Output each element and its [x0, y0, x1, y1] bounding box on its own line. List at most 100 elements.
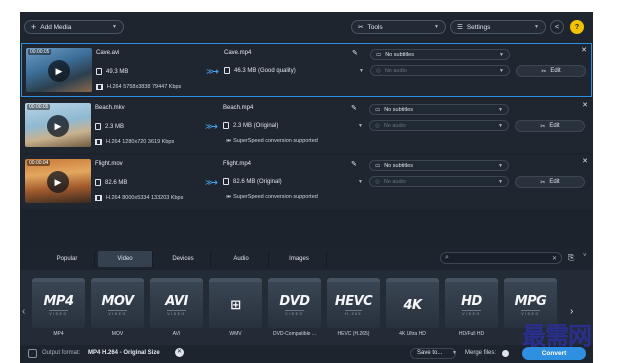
chevron-down-icon: ▼ — [498, 106, 503, 113]
output-size-dropdown[interactable]: 2.3 MB (Original) ▼ — [223, 120, 363, 131]
output-settings-icon[interactable] — [28, 349, 37, 358]
output-format-value[interactable]: MP4 H.264 - Original Size — [88, 350, 160, 356]
format-list: MP4 VIDEO MP4 MOV VIDEO MOV AVI VIDEO AV… — [32, 278, 572, 343]
video-thumbnail[interactable]: 00:00:05 ▶ — [25, 103, 91, 147]
duration-badge: 00:00:04 — [27, 160, 51, 166]
video-thumbnail[interactable]: 00:00:05 ▶ — [26, 48, 92, 92]
remove-file-icon[interactable]: ✕ — [582, 101, 588, 109]
file-icon — [96, 68, 102, 75]
edit-button[interactable]: ✂ Edit — [515, 120, 585, 132]
converter-window: + Add Media ▼ ✂ Tools ▼ ☰ Settings ▼ < ?… — [20, 12, 593, 363]
edit-button[interactable]: ✂ Edit — [516, 65, 586, 77]
source-codec-row: H.264 8000x5334 133203 Kbps — [95, 195, 183, 201]
scissors-icon: ✂ — [540, 123, 546, 130]
audio-dropdown[interactable]: ◎ No audio ▼ — [369, 120, 509, 131]
play-icon[interactable]: ▶ — [48, 60, 70, 82]
superspeed-note: »» SuperSpeed conversion supported — [226, 138, 318, 144]
audio-dropdown[interactable]: ◎ No audio ▼ — [369, 176, 509, 187]
output-size-dropdown[interactable]: 46.3 MB (Good quality) ▼ — [224, 65, 364, 76]
file-row[interactable]: 00:00:05 ▶ Cave.avi 49.3 MB H.264 5758x3… — [21, 43, 592, 97]
format-icon: MP4 VIDEO — [32, 278, 85, 328]
source-file-name: Cave.avi — [96, 50, 120, 56]
rename-pencil-icon[interactable]: ✎ — [351, 160, 357, 168]
clear-icon[interactable]: ✕ — [552, 255, 557, 262]
merge-files-label: Merge files: — [465, 350, 497, 356]
source-codec-row: H.264 5758x3838 79447 Kbps — [96, 84, 181, 90]
superspeed-icon: »» — [226, 194, 231, 200]
format-label: MP4 — [53, 331, 64, 337]
source-codec-info: H.264 5758x3838 79447 Kbps — [107, 84, 182, 90]
edit-button[interactable]: ✂ Edit — [515, 176, 585, 188]
file-icon — [223, 178, 229, 185]
remove-file-icon[interactable]: ✕ — [582, 157, 588, 165]
edit-label: Edit — [550, 68, 561, 74]
audio-dropdown[interactable]: ◎ No audio ▼ — [370, 65, 510, 76]
output-size-dropdown[interactable]: 82.6 MB (Original) ▼ — [223, 176, 363, 187]
format-icon: DVD VIDEO — [268, 278, 321, 328]
subtitles-dropdown[interactable]: ▭ No subtitles ▼ — [370, 49, 510, 60]
convert-arrow-icon: ≫➜ — [205, 122, 218, 131]
share-button[interactable]: < — [550, 20, 564, 34]
add-media-button[interactable]: + Add Media ▼ — [24, 20, 124, 34]
subtitles-dropdown[interactable]: ▭ No subtitles ▼ — [369, 160, 509, 171]
tools-button[interactable]: ✂ Tools ▼ — [351, 20, 446, 34]
format-tile[interactable]: DVD VIDEO DVD-Compatible ... — [268, 278, 321, 342]
source-file-size-row: 2.3 MB — [95, 123, 124, 130]
file-row[interactable]: 00:00:05 ▶ Beach.mkv 2.3 MB H.264 1280x7… — [21, 99, 592, 153]
subtitles-icon: ▭ — [375, 162, 381, 169]
chevron-down-icon: ▼ — [498, 122, 503, 129]
rename-pencil-icon[interactable]: ✎ — [351, 104, 357, 112]
play-icon[interactable]: ▶ — [47, 171, 69, 193]
chevron-down-icon: ▼ — [112, 24, 117, 30]
tools-icon: ✂ — [358, 24, 364, 31]
settings-icon: ☰ — [457, 24, 463, 31]
format-tile[interactable]: HD VIDEO HD/Full HD — [445, 278, 498, 342]
format-logo: MPG — [514, 294, 547, 309]
format-tile[interactable]: MP4 VIDEO MP4 — [32, 278, 85, 342]
format-tile[interactable]: 4K 4K Ultra HD — [386, 278, 439, 342]
audio-value: No audio — [384, 67, 407, 74]
source-file-size: 49.3 MB — [106, 68, 129, 75]
format-icon: 4K — [386, 278, 439, 328]
remove-file-icon[interactable]: ✕ — [581, 46, 587, 54]
output-file-name[interactable]: Cave.mp4 — [224, 50, 251, 56]
superspeed-label: SuperSpeed conversion supported — [233, 138, 318, 144]
output-size-value: 46.3 MB (Good quality) — [234, 67, 296, 74]
device-detect-icon[interactable]: ⎘ — [568, 253, 574, 263]
audio-icon: ◎ — [375, 178, 380, 185]
merge-files-toggle[interactable] — [502, 350, 509, 357]
file-row[interactable]: 00:00:04 ▶ Flight.mov 82.6 MB H.264 8000… — [21, 155, 592, 209]
format-tile[interactable]: AVI VIDEO AVI — [150, 278, 203, 342]
save-to-button[interactable]: Save to... — [410, 348, 456, 359]
format-tile[interactable]: HEVC H.265 HEVC (H.265) — [327, 278, 380, 342]
format-tile[interactable]: MOV VIDEO MOV — [91, 278, 144, 342]
format-tile[interactable]: ⊞ WMV — [209, 278, 262, 342]
format-label: MOV — [111, 331, 124, 337]
format-search-input[interactable]: ⌕ ✕ — [440, 252, 562, 264]
tab-images[interactable]: Images — [272, 251, 327, 267]
format-label: 4K Ultra HD — [399, 331, 426, 337]
help-button[interactable]: ? — [570, 20, 584, 34]
format-label: WMV — [229, 331, 242, 337]
format-icon: HD VIDEO — [445, 278, 498, 328]
play-icon[interactable]: ▶ — [47, 115, 69, 137]
edit-label: Edit — [549, 179, 560, 185]
output-file-name[interactable]: Beach.mp4 — [223, 105, 253, 111]
save-to-dropdown-icon[interactable]: ▼ — [452, 350, 457, 356]
tab-popular[interactable]: Popular — [40, 251, 95, 267]
tab-devices[interactable]: Devices — [156, 251, 211, 267]
tab-video[interactable]: Video — [98, 251, 153, 267]
output-file-name[interactable]: Flight.mp4 — [223, 161, 251, 167]
source-file-name: Beach.mkv — [95, 105, 125, 111]
chevron-left-icon[interactable]: ‹ — [22, 306, 25, 317]
chevron-down-icon: ▼ — [498, 162, 503, 169]
source-codec-row: H.264 1280x720 3619 Kbps — [95, 139, 174, 145]
subtitles-dropdown[interactable]: ▭ No subtitles ▼ — [369, 104, 509, 115]
settings-button[interactable]: ☰ Settings ▼ — [450, 20, 546, 34]
tab-audio[interactable]: Audio — [214, 251, 269, 267]
format-logo: AVI — [165, 294, 188, 309]
chevron-down-icon[interactable]: ˅ — [583, 253, 587, 259]
video-thumbnail[interactable]: 00:00:04 ▶ — [25, 159, 91, 203]
output-settings-gear-icon[interactable]: ✕ — [175, 348, 184, 357]
rename-pencil-icon[interactable]: ✎ — [352, 49, 358, 57]
